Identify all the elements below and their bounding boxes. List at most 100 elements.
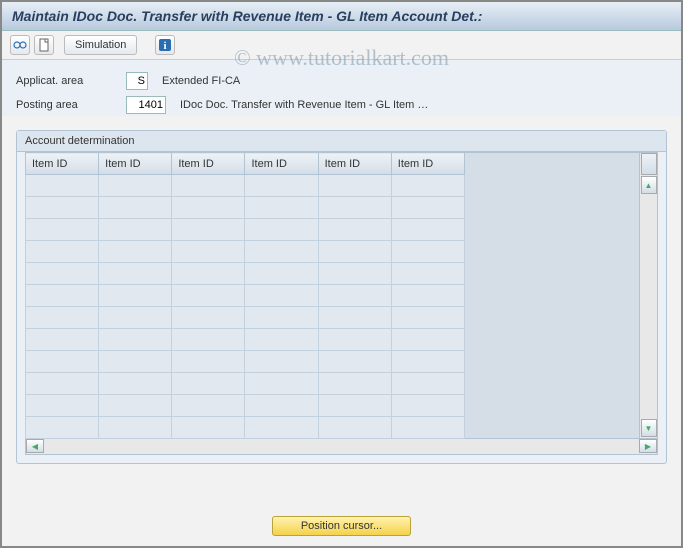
table-column-header[interactable]: Item ID [99,153,172,175]
table-cell[interactable] [245,351,318,373]
table-cell[interactable] [99,307,172,329]
table-cell[interactable] [318,329,391,351]
table-cell[interactable] [99,373,172,395]
table-cell[interactable] [26,241,99,263]
table-cell[interactable] [172,175,245,197]
table-cell[interactable] [172,307,245,329]
table-cell[interactable] [391,285,464,307]
table-cell[interactable] [26,395,99,417]
table-cell[interactable] [172,373,245,395]
posting-area-row: Posting area IDoc Doc. Transfer with Rev… [16,94,667,116]
table-row [26,263,465,285]
table-cell[interactable] [391,373,464,395]
table-cell[interactable] [318,351,391,373]
table-cell[interactable] [26,417,99,439]
table-cell[interactable] [26,263,99,285]
table-column-header[interactable]: Item ID [26,153,99,175]
table-cell[interactable] [26,175,99,197]
table-cell[interactable] [99,197,172,219]
table-column-header[interactable]: Item ID [245,153,318,175]
table-cell[interactable] [245,219,318,241]
table-cell[interactable] [318,417,391,439]
table-cell[interactable] [26,197,99,219]
table-cell[interactable] [318,285,391,307]
table-column-header[interactable]: Item ID [318,153,391,175]
table-cell[interactable] [318,263,391,285]
scroll-left-icon[interactable]: ◀ [26,439,44,453]
table-cell[interactable] [391,175,464,197]
table-cell[interactable] [99,351,172,373]
table-cell[interactable] [318,175,391,197]
table-cell[interactable] [26,373,99,395]
table-cell[interactable] [26,307,99,329]
posting-area-label: Posting area [16,99,126,111]
action-bar: Position cursor... [0,516,683,536]
panel-title: Account determination [17,131,666,152]
table-cell[interactable] [245,241,318,263]
table-cell[interactable] [245,175,318,197]
table-cell[interactable] [172,241,245,263]
applicat-area-row: Applicat. area Extended FI-CA [16,70,667,92]
table-cell[interactable] [172,263,245,285]
vertical-scrollbar[interactable]: ▲ ▼ [640,152,658,439]
table-cell[interactable] [245,373,318,395]
table-cell[interactable] [391,307,464,329]
table-cell[interactable] [245,417,318,439]
scroll-down-icon[interactable]: ▼ [641,419,657,437]
table-cell[interactable] [172,329,245,351]
table-cell[interactable] [99,395,172,417]
table-cell[interactable] [391,417,464,439]
info-icon[interactable]: i [155,35,175,55]
table-cell[interactable] [172,351,245,373]
table-cell[interactable] [26,285,99,307]
table-cell[interactable] [99,241,172,263]
table-cell[interactable] [318,197,391,219]
table-cell[interactable] [99,175,172,197]
table-cell[interactable] [318,395,391,417]
table-cell[interactable] [99,417,172,439]
table-cell[interactable] [172,395,245,417]
applicat-area-desc: Extended FI-CA [158,75,240,87]
table-cell[interactable] [245,307,318,329]
table-cell[interactable] [26,329,99,351]
table-cell[interactable] [99,263,172,285]
table-cell[interactable] [391,219,464,241]
new-page-icon[interactable] [34,35,54,55]
table-cell[interactable] [391,197,464,219]
table-cell[interactable] [172,417,245,439]
table-cell[interactable] [26,219,99,241]
scroll-right-icon[interactable]: ▶ [639,439,657,453]
scroll-up-icon[interactable]: ▲ [641,176,657,194]
position-cursor-button[interactable]: Position cursor... [272,516,411,536]
table-cell[interactable] [172,285,245,307]
table-cell[interactable] [391,329,464,351]
simulation-button[interactable]: Simulation [64,35,137,55]
table-row [26,241,465,263]
table-cell[interactable] [245,197,318,219]
table-column-header[interactable]: Item ID [391,153,464,175]
table-cell[interactable] [318,307,391,329]
table-cell[interactable] [245,263,318,285]
table-cell[interactable] [391,263,464,285]
table-cell[interactable] [245,285,318,307]
table-cell[interactable] [318,219,391,241]
horizontal-scrollbar[interactable]: ◀ ▶ [25,439,658,455]
table-cell[interactable] [99,285,172,307]
table-cell[interactable] [391,241,464,263]
table-cell[interactable] [245,395,318,417]
posting-area-input[interactable] [126,96,166,114]
table-cell[interactable] [391,395,464,417]
table-cell[interactable] [99,219,172,241]
table-cell[interactable] [172,219,245,241]
table-cell[interactable] [318,373,391,395]
table-cell[interactable] [245,329,318,351]
table-cell[interactable] [99,329,172,351]
hscroll-track[interactable] [44,439,639,454]
table-column-header[interactable]: Item ID [172,153,245,175]
applicat-area-input[interactable] [126,72,148,90]
table-cell[interactable] [26,351,99,373]
table-cell[interactable] [172,197,245,219]
table-cell[interactable] [391,351,464,373]
table-cell[interactable] [318,241,391,263]
glasses-icon[interactable] [10,35,30,55]
